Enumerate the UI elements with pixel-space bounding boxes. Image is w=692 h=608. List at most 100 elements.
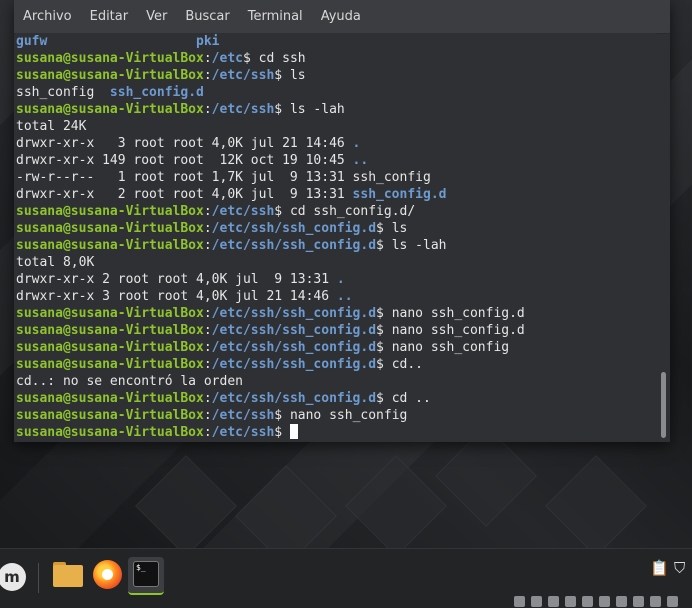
terminal-text: : <box>203 238 212 253</box>
terminal-text: total 8,0K <box>16 255 95 270</box>
terminal-text: /etc/ssh/ssh_config.d <box>211 391 377 406</box>
terminal-line: susana@susana-VirtualBox:/etc/ssh/ssh_co… <box>16 339 509 356</box>
terminal-text: $ ls <box>376 221 408 236</box>
terminal-text: susana@susana-VirtualBox <box>16 68 204 83</box>
terminal-text: drwxr-xr-x 3 root root 4,0K jul 21 14:46 <box>16 289 337 304</box>
terminal-icon: $_ <box>133 561 159 587</box>
terminal-text: susana@susana-VirtualBox <box>16 51 204 66</box>
terminal-text: $ nano ssh_config <box>274 408 408 423</box>
wallpaper-tile <box>345 455 447 557</box>
status-icon[interactable] <box>582 596 593 607</box>
terminal-cursor <box>289 424 298 439</box>
terminal-text: susana@susana-VirtualBox <box>16 238 204 253</box>
terminal-launcher[interactable]: $_ <box>128 557 164 595</box>
terminal-line: drwxr-xr-x 2 root root 4,0K jul 9 13:31 … <box>16 186 446 203</box>
terminal-text: susana@susana-VirtualBox <box>16 221 204 236</box>
terminal-text: /etc/ssh/ssh_config.d <box>211 357 377 372</box>
terminal-text: /etc/ssh <box>211 408 275 423</box>
terminal-line: drwxr-xr-x 3 root root 4,0K jul 21 14:46… <box>16 288 353 305</box>
status-icon[interactable] <box>531 596 542 607</box>
terminal-text: /etc <box>211 51 243 66</box>
status-icon[interactable] <box>633 596 644 607</box>
terminal-text: susana@susana-VirtualBox <box>16 357 204 372</box>
terminal-text: $ ls -lah <box>376 238 447 253</box>
terminal-scrollbar[interactable] <box>661 372 666 438</box>
terminal-text: : <box>203 51 212 66</box>
terminal-line: susana@susana-VirtualBox:/etc/ssh/ssh_co… <box>16 237 447 254</box>
terminal-text: : <box>203 357 212 372</box>
terminal-line: ssh_config ssh_config.d <box>16 84 204 101</box>
terminal-text: : <box>203 204 212 219</box>
terminal-text: susana@susana-VirtualBox <box>16 204 204 219</box>
terminal-text: . <box>352 136 361 151</box>
terminal-text: total 24K <box>16 119 87 134</box>
status-icon[interactable] <box>514 596 525 607</box>
terminal-line: susana@susana-VirtualBox:/etc/ssh$ cd ss… <box>16 203 415 220</box>
bottom-status-icons <box>514 596 678 607</box>
terminal-text: drwxr-xr-x 149 root root 12K oct 19 10:4… <box>16 153 353 168</box>
terminal-text: cd..: no se encontró la orden <box>16 374 243 389</box>
terminal-line: drwxr-xr-x 3 root root 4,0K jul 21 14:46… <box>16 135 360 152</box>
start-menu-button[interactable]: m <box>0 557 36 593</box>
files-launcher[interactable] <box>50 557 86 593</box>
status-icon[interactable] <box>548 596 559 607</box>
terminal-text: $ nano ssh_config <box>376 340 510 355</box>
terminal-text: $ ls -lah <box>274 102 345 117</box>
terminal-line: drwxr-xr-x 2 root root 4,0K jul 9 13:31 … <box>16 271 345 288</box>
terminal-text: /etc/ssh/ssh_config.d <box>211 221 377 236</box>
status-icon[interactable] <box>616 596 627 607</box>
terminal-text: : <box>203 391 212 406</box>
terminal-text: gufw <box>16 34 48 49</box>
wallpaper-tile <box>135 455 237 557</box>
terminal-text: /etc/ssh <box>211 102 275 117</box>
terminal-text: susana@susana-VirtualBox <box>16 306 204 321</box>
menu-ayuda[interactable]: Ayuda <box>312 0 370 33</box>
firefox-icon <box>93 560 122 589</box>
terminal-text: . <box>336 272 345 287</box>
terminal-text: drwxr-xr-x 3 root root 4,0K jul 21 14:46 <box>16 136 353 151</box>
status-icon[interactable] <box>667 596 678 607</box>
terminal-text: : <box>203 221 212 236</box>
terminal-text: : <box>203 68 212 83</box>
terminal-text: $ cd .. <box>376 391 431 406</box>
terminal-line: susana@susana-VirtualBox:/etc/ssh/ssh_co… <box>16 356 423 373</box>
terminal-window[interactable]: Archivo Editar Ver Buscar Terminal Ayuda… <box>14 0 670 442</box>
terminal-text: /etc/ssh/ssh_config.d <box>211 323 377 338</box>
terminal-text: ssh_config.d <box>352 187 447 202</box>
shield-icon[interactable]: ⛉ <box>674 559 685 577</box>
terminal-text: : <box>203 102 212 117</box>
terminal-line: total 8,0K <box>16 254 94 271</box>
menu-editar[interactable]: Editar <box>81 0 138 33</box>
taskbar-separator <box>38 563 39 593</box>
terminal-output[interactable]: gufw pki susana@susana-VirtualBox:/etc$ c… <box>16 33 656 439</box>
terminal-text: $ <box>274 425 290 439</box>
terminal-text: /etc/ssh <box>211 68 275 83</box>
firefox-launcher[interactable] <box>90 557 126 593</box>
terminal-text: /etc/ssh <box>211 204 275 219</box>
menu-archivo[interactable]: Archivo <box>14 0 81 33</box>
status-icon[interactable] <box>565 596 576 607</box>
clipboard-icon[interactable]: 📋 <box>650 559 669 577</box>
terminal-line: total 24K <box>16 118 86 135</box>
terminal-menubar: Archivo Editar Ver Buscar Terminal Ayuda <box>14 0 670 34</box>
terminal-text: susana@susana-VirtualBox <box>16 391 204 406</box>
terminal-text: susana@susana-VirtualBox <box>16 323 204 338</box>
terminal-text: : <box>203 323 212 338</box>
status-icon[interactable] <box>599 596 610 607</box>
menu-ver[interactable]: Ver <box>137 0 176 33</box>
terminal-line: susana@susana-VirtualBox:/etc/ssh/ssh_co… <box>16 220 407 237</box>
terminal-text: $ ls <box>274 68 306 83</box>
terminal-line: susana@susana-VirtualBox:/etc/ssh/ssh_co… <box>16 322 525 339</box>
terminal-line: gufw pki <box>16 33 220 50</box>
terminal-text: /etc/ssh/ssh_config.d <box>211 306 377 321</box>
terminal-text: : <box>203 306 212 321</box>
menu-terminal[interactable]: Terminal <box>239 0 312 33</box>
terminal-text: $ cd ssh <box>242 51 306 66</box>
status-icon[interactable] <box>650 596 661 607</box>
terminal-text: pki <box>196 34 220 49</box>
terminal-text: $ cd.. <box>376 357 424 372</box>
menu-buscar[interactable]: Buscar <box>176 0 238 33</box>
terminal-text: -rw-r--r-- 1 root root 1,7K jul 9 13:31 … <box>16 170 431 185</box>
terminal-text: $ nano ssh_config.d <box>376 306 525 321</box>
